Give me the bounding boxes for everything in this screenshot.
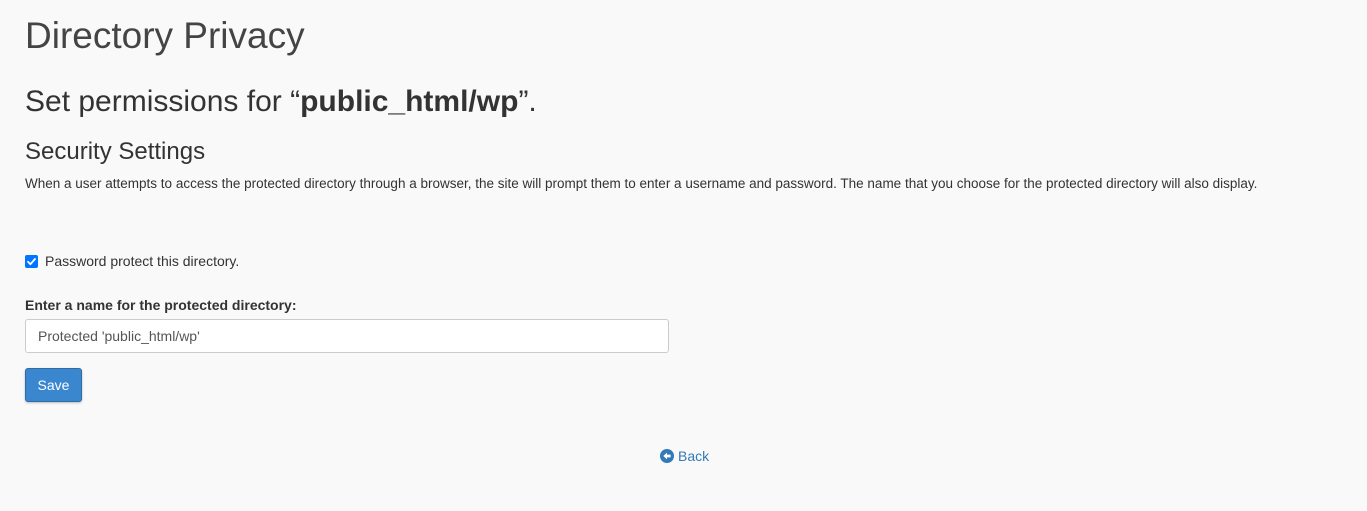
password-protect-label[interactable]: Password protect this directory. bbox=[45, 251, 239, 271]
directory-name-label: Enter a name for the protected directory… bbox=[25, 297, 297, 313]
arrow-circle-left-icon bbox=[660, 449, 674, 463]
permissions-heading-prefix: Set permissions for “ bbox=[25, 85, 301, 118]
directory-name: public_html/wp bbox=[300, 85, 519, 118]
security-settings-description: When a user attempts to access the prote… bbox=[25, 176, 1258, 191]
permissions-heading-suffix: ”. bbox=[518, 85, 537, 118]
security-settings-title: Security Settings bbox=[25, 138, 206, 165]
save-button[interactable]: Save bbox=[25, 368, 82, 402]
directory-name-input[interactable] bbox=[25, 319, 669, 353]
password-protect-checkbox[interactable] bbox=[25, 254, 38, 268]
page-title: Directory Privacy bbox=[25, 15, 305, 56]
permissions-heading: Set permissions for “public_html/wp”. bbox=[25, 83, 537, 121]
checkmark-icon bbox=[27, 257, 36, 265]
password-protect-row: Password protect this directory. bbox=[25, 251, 239, 271]
back-link[interactable]: Back bbox=[660, 446, 709, 466]
back-label: Back bbox=[678, 448, 710, 464]
